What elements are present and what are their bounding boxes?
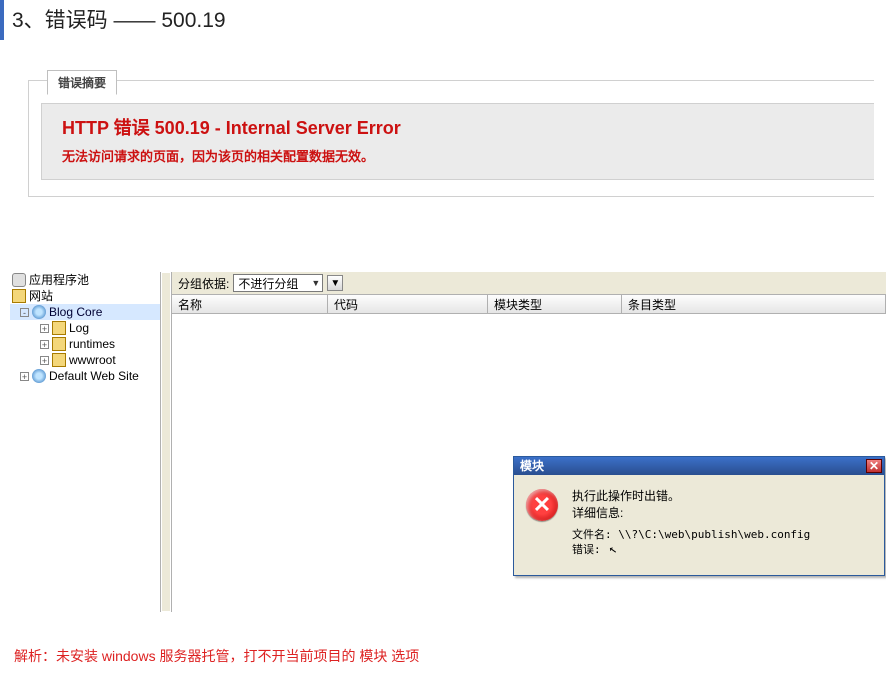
grid-col-entry-type[interactable]: 条目类型: [622, 295, 886, 313]
analysis-text: 解析：未安装 windows 服务器托管，打不开当前项目的 模块 选项: [14, 646, 419, 666]
globe-icon: [32, 305, 46, 319]
group-dropdown-value: 不进行分组: [238, 275, 298, 292]
tree-label: Blog Core: [49, 304, 102, 320]
tree-label: Default Web Site: [49, 368, 139, 384]
error-dialog: 模块 ✕ ✕ 执行此操作时出错。 详细信息: 文件名: \\?\C:\web\p…: [513, 456, 885, 576]
grid-col-name[interactable]: 名称: [172, 295, 328, 313]
tree-label: runtimes: [69, 336, 115, 352]
dialog-message-1: 执行此操作时出错。: [572, 489, 810, 504]
tree-item-log[interactable]: + Log: [10, 320, 160, 336]
dialog-message-2: 详细信息:: [572, 506, 810, 521]
dialog-file-line: 文件名: \\?\C:\web\publish\web.config: [572, 527, 810, 542]
gear-icon: [12, 273, 26, 287]
chevron-down-icon: ▼: [330, 278, 340, 289]
tree-label: Log: [69, 320, 89, 336]
dialog-text: 执行此操作时出错。 详细信息: 文件名: \\?\C:\web\publish\…: [572, 489, 810, 557]
dialog-error-label: 错误:: [572, 543, 601, 556]
error-summary-inner: HTTP 错误 500.19 - Internal Server Error 无…: [41, 103, 874, 180]
folder-icon: [12, 289, 26, 303]
tree-item-wwwroot[interactable]: + wwwroot: [10, 352, 160, 368]
tree-item-app-pool[interactable]: 应用程序池: [10, 272, 160, 288]
error-icon: ✕: [526, 489, 558, 521]
grid-header: 名称 代码 模块类型 条目类型: [172, 294, 886, 314]
tree-pane: 应用程序池 网站 - Blog Core + Log + runtimes +: [10, 272, 160, 612]
group-dropdown[interactable]: 不进行分组 ▼: [233, 274, 323, 292]
expand-icon[interactable]: +: [40, 340, 49, 349]
tree-item-default-site[interactable]: + Default Web Site: [10, 368, 160, 384]
dialog-error-line: 错误: ↖: [572, 542, 810, 557]
tree-label: 网站: [29, 288, 53, 304]
tree-label: wwwroot: [69, 352, 116, 368]
chevron-down-icon: ▼: [311, 278, 320, 288]
dialog-titlebar[interactable]: 模块 ✕: [514, 457, 884, 475]
folder-icon: [52, 321, 66, 335]
dialog-file-label: 文件名:: [572, 528, 612, 541]
cursor-icon: ↖: [608, 541, 618, 557]
error-summary-box: 错误摘要 HTTP 错误 500.19 - Internal Server Er…: [28, 80, 874, 197]
page-title: 3、错误码 —— 500.19: [0, 0, 886, 40]
grid-col-module-type[interactable]: 模块类型: [488, 295, 622, 313]
folder-icon: [52, 337, 66, 351]
expand-icon[interactable]: +: [40, 324, 49, 333]
splitter[interactable]: [160, 272, 172, 612]
tree-item-runtimes[interactable]: + runtimes: [10, 336, 160, 352]
tree-label: 应用程序池: [29, 272, 89, 288]
group-label: 分组依据:: [178, 275, 229, 292]
expand-icon[interactable]: +: [20, 372, 29, 381]
http-error-title: HTTP 错误 500.19 - Internal Server Error: [62, 114, 854, 140]
error-summary-tab: 错误摘要: [47, 70, 117, 95]
dialog-file-value: \\?\C:\web\publish\web.config: [618, 528, 810, 541]
close-button[interactable]: ✕: [866, 459, 882, 473]
collapse-icon[interactable]: -: [20, 308, 29, 317]
dialog-title: 模块: [520, 457, 544, 474]
http-error-description: 无法访问请求的页面，因为该页的相关配置数据无效。: [62, 146, 854, 165]
globe-icon: [32, 369, 46, 383]
grid-col-code[interactable]: 代码: [328, 295, 488, 313]
folder-icon: [52, 353, 66, 367]
group-action-button[interactable]: ▼: [327, 275, 343, 291]
tree-item-sites[interactable]: 网站: [10, 288, 160, 304]
group-row: 分组依据: 不进行分组 ▼ ▼: [172, 272, 886, 294]
tree-item-blog-core[interactable]: - Blog Core: [10, 304, 160, 320]
expand-icon[interactable]: +: [40, 356, 49, 365]
